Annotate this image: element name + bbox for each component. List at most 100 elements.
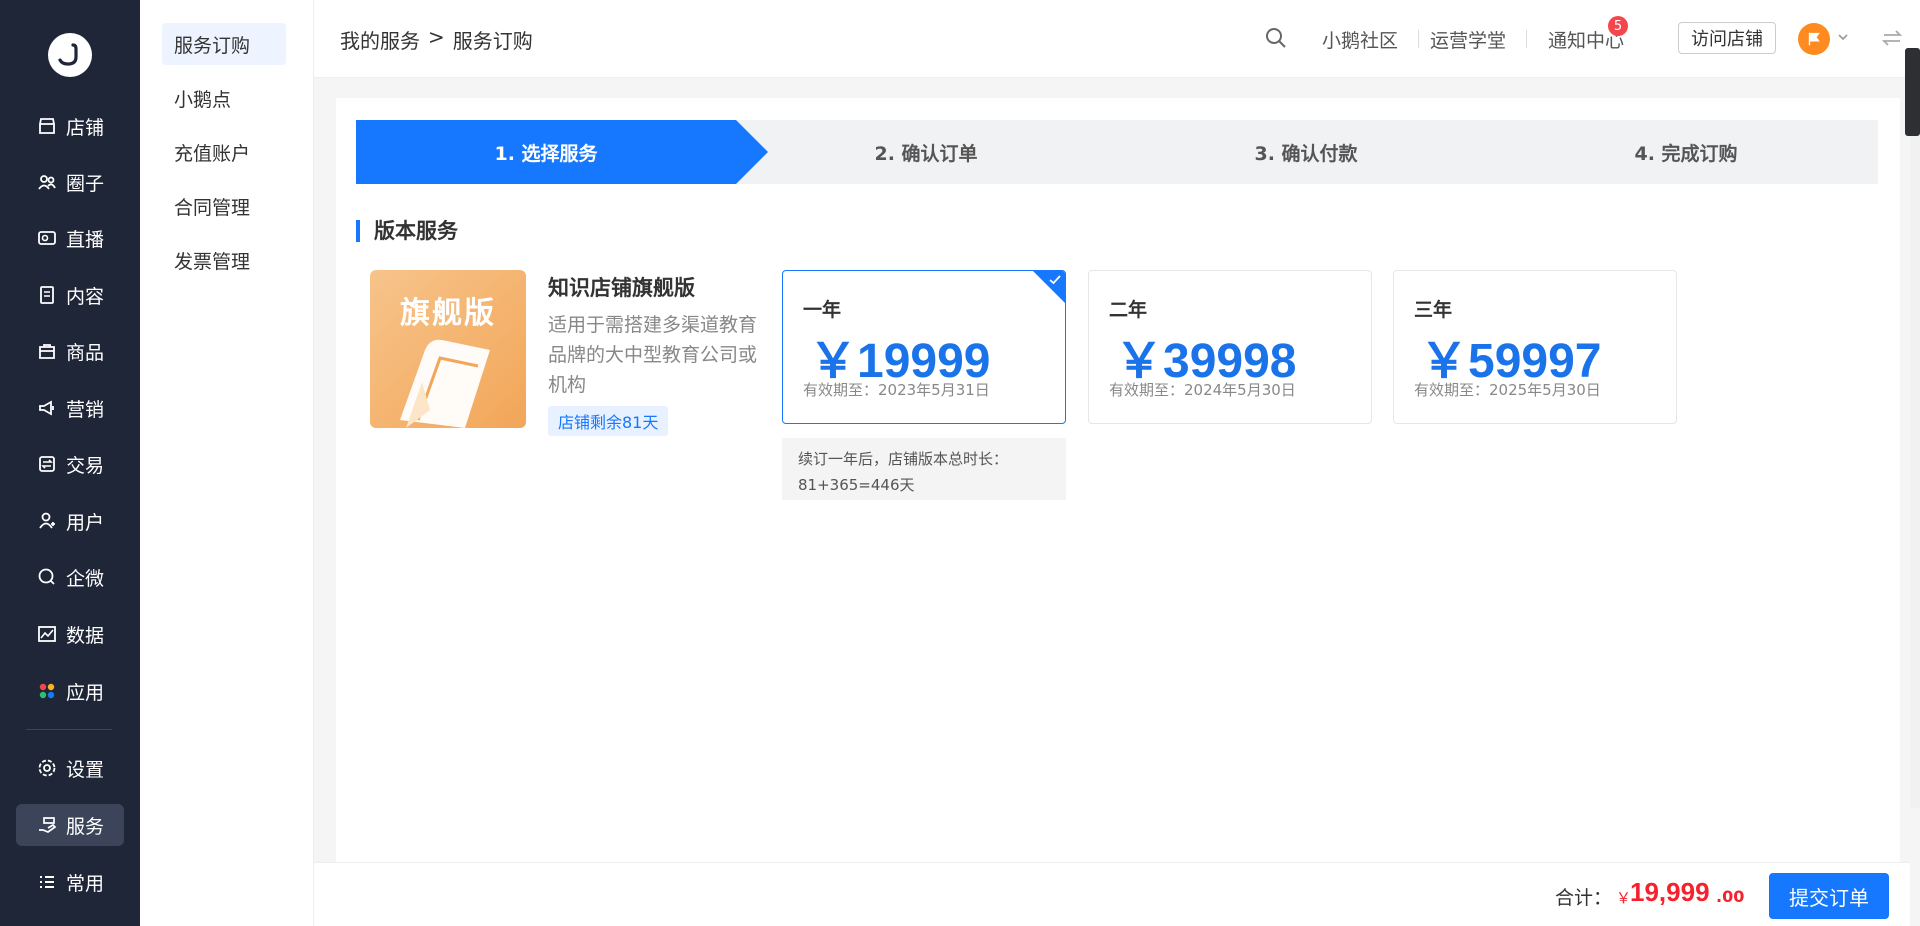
- header-divider: [1526, 30, 1527, 48]
- plan-expiry: 有效期至：2025年5月30日: [1414, 381, 1601, 399]
- community-link[interactable]: 小鹅社区: [1322, 26, 1398, 53]
- main-sidebar: 店铺 圈子 直播 内容 商品 营销 交易 用户 企微 数据 应用 设置 服务 常…: [0, 0, 140, 926]
- nav-item-label: 交易: [66, 454, 105, 477]
- service-icon: [36, 814, 58, 836]
- nav-item-label: 用户: [66, 511, 105, 534]
- breadcrumb: 我的服务 > 服务订购: [340, 25, 533, 54]
- secondary-menu: 服务订购 小鹅点 充值账户 合同管理 发票管理: [140, 0, 314, 926]
- book-icon: [400, 339, 490, 428]
- order-footer: 合计： ￥ 19,999 .00 提交订单: [314, 862, 1910, 926]
- product-description: 适用于需搭建多渠道教育品牌的大中型教育公司或机构: [548, 314, 758, 396]
- goose-logo-icon: [58, 43, 78, 66]
- nav-item-store[interactable]: 店铺: [16, 105, 124, 147]
- nav-item-label: 应用: [66, 681, 105, 704]
- step-confirm-order[interactable]: 2. 确认订单: [736, 120, 1116, 184]
- nav-item-label: 圈子: [66, 172, 105, 195]
- renewal-note-line2: 81+365=446天: [798, 476, 915, 494]
- plan-duration: 三年: [1414, 299, 1453, 321]
- renewal-note: 续订一年后，店铺版本总时长： 81+365=446天: [782, 438, 1066, 500]
- plan-expiry: 有效期至：2023年5月31日: [803, 381, 990, 399]
- nav-item-marketing[interactable]: 营销: [16, 387, 124, 429]
- user-icon: [36, 510, 58, 532]
- breadcrumb-separator: >: [428, 25, 445, 49]
- chevron-down-icon[interactable]: [1836, 30, 1850, 44]
- nav-item-goods[interactable]: 商品: [16, 330, 124, 372]
- nav-item-label: 内容: [66, 285, 105, 308]
- total-currency: ￥: [1616, 889, 1632, 907]
- nav-item-user[interactable]: 用户: [16, 500, 124, 542]
- nav-item-label: 数据: [66, 624, 105, 647]
- submit-order-button[interactable]: 提交订单: [1769, 873, 1889, 919]
- switch-icon[interactable]: [1880, 26, 1904, 50]
- total-decimals: .00: [1716, 887, 1745, 906]
- nav-item-apps[interactable]: 应用: [16, 670, 124, 712]
- nav-item-label: 设置: [66, 758, 105, 781]
- brand-logo[interactable]: [48, 33, 92, 77]
- notification-badge: 5: [1608, 16, 1628, 36]
- submenu-item-contract[interactable]: 合同管理: [162, 185, 286, 227]
- check-icon: [1049, 275, 1061, 285]
- nav-divider: [26, 729, 112, 730]
- plan-card-1-year[interactable]: 一年 ￥19999 有效期至：2023年5月31日: [782, 270, 1066, 424]
- live-icon: [36, 227, 58, 249]
- megaphone-icon: [36, 397, 58, 419]
- list-icon: [36, 871, 58, 893]
- plan-duration: 一年: [803, 299, 842, 321]
- submenu-item-recharge[interactable]: 充值账户: [162, 131, 286, 173]
- remaining-days-tag: 店铺剩余81天: [548, 406, 669, 436]
- exchange-icon: [36, 453, 58, 475]
- apps-icon: [36, 680, 58, 702]
- nav-item-label: 店铺: [66, 116, 105, 139]
- content-icon: [36, 284, 58, 306]
- product-thumbnail: 旗舰版: [370, 270, 526, 428]
- header-divider: [1418, 30, 1419, 48]
- nav-item-service[interactable]: 服务: [16, 804, 124, 846]
- plan-card-2-year[interactable]: 二年 ￥39998 有效期至：2024年5月30日: [1088, 270, 1372, 424]
- plan-duration: 二年: [1109, 299, 1148, 321]
- nav-item-label: 服务: [66, 815, 105, 838]
- submenu-item-goose-points[interactable]: 小鹅点: [162, 77, 286, 119]
- top-header: 我的服务 > 服务订购 小鹅社区 运营学堂 通知中心 5 访问店铺: [314, 0, 1920, 78]
- submenu-item-service-order[interactable]: 服务订购: [162, 23, 286, 65]
- nav-item-settings[interactable]: 设置: [16, 747, 124, 789]
- avatar[interactable]: [1798, 23, 1830, 55]
- nav-item-live[interactable]: 直播: [16, 217, 124, 259]
- nav-item-circle[interactable]: 圈子: [16, 161, 124, 203]
- search-icon[interactable]: [1264, 26, 1288, 50]
- nav-item-label: 营销: [66, 398, 105, 421]
- nav-item-trade[interactable]: 交易: [16, 443, 124, 485]
- breadcrumb-current: 服务订购: [452, 29, 533, 53]
- submenu-item-invoice[interactable]: 发票管理: [162, 239, 286, 281]
- section-title: 版本服务: [356, 220, 458, 242]
- total-label: 合计：: [1555, 887, 1613, 909]
- step-confirm-payment[interactable]: 3. 确认付款: [1116, 120, 1496, 184]
- chart-icon: [36, 623, 58, 645]
- order-steps: 1. 选择服务 2. 确认订单 3. 确认付款 4. 完成订购: [356, 120, 1878, 184]
- nav-item-label: 直播: [66, 228, 105, 251]
- total-amount: 19,999: [1630, 877, 1710, 907]
- main-panel: 1. 选择服务 2. 确认订单 3. 确认付款 4. 完成订购 版本服务 旗舰版…: [336, 98, 1900, 864]
- nav-item-content[interactable]: 内容: [16, 274, 124, 316]
- step-select-service[interactable]: 1. 选择服务: [356, 120, 736, 184]
- nav-item-label: 常用: [66, 872, 105, 895]
- chat-icon: [36, 566, 58, 588]
- plan-expiry: 有效期至：2024年5月30日: [1109, 381, 1296, 399]
- product-name: 知识店铺旗舰版: [548, 276, 695, 300]
- nav-item-common[interactable]: 常用: [16, 861, 124, 903]
- nav-item-wecom[interactable]: 企微: [16, 556, 124, 598]
- goods-icon: [36, 340, 58, 362]
- step-complete[interactable]: 4. 完成订购: [1496, 120, 1876, 184]
- plan-card-3-year[interactable]: 三年 ￥59997 有效期至：2025年5月30日: [1393, 270, 1677, 424]
- visit-store-button[interactable]: 访问店铺: [1678, 22, 1776, 54]
- renewal-note-line1: 续订一年后，店铺版本总时长：: [798, 450, 1009, 468]
- academy-link[interactable]: 运营学堂: [1430, 26, 1506, 53]
- store-icon: [36, 115, 58, 137]
- gear-icon: [36, 757, 58, 779]
- scrollbar-thumb[interactable]: [1905, 48, 1920, 136]
- nav-item-data[interactable]: 数据: [16, 613, 124, 655]
- flag-icon: [1808, 32, 1820, 46]
- group-icon: [36, 171, 58, 193]
- nav-item-label: 商品: [66, 341, 105, 364]
- breadcrumb-parent[interactable]: 我的服务: [340, 25, 420, 54]
- page-scrollbar[interactable]: [1910, 48, 1920, 808]
